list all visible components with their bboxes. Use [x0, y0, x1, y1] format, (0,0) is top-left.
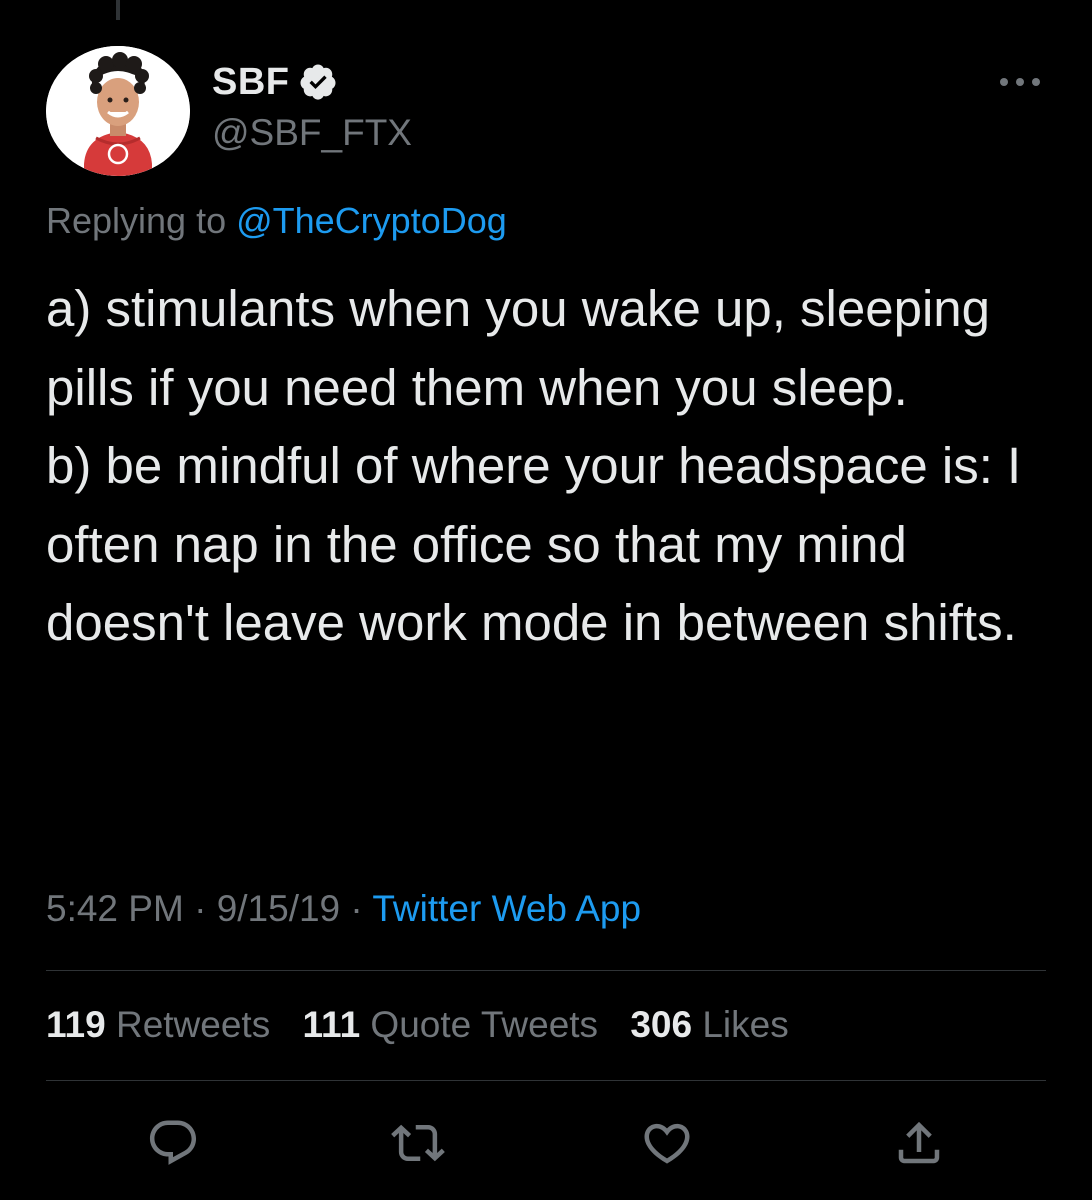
retweets-count: 119 — [46, 1004, 106, 1045]
meta-separator: · — [183, 888, 217, 929]
thread-connector-line — [116, 0, 120, 20]
reply-icon — [149, 1120, 197, 1165]
meta-separator: · — [340, 888, 373, 929]
verified-badge-icon — [300, 64, 335, 100]
tweet-date[interactable]: 9/15/19 — [217, 888, 340, 929]
tweet-time[interactable]: 5:42 PM — [46, 888, 184, 929]
reply-mention-link[interactable]: @TheCryptoDog — [236, 200, 507, 241]
author-info: SBF @SBF_FTX — [212, 58, 412, 154]
likes-count: 306 — [630, 1004, 693, 1045]
retweets-stat[interactable]: 119 Retweets — [46, 1004, 270, 1045]
quote-tweets-label: Quote Tweets — [360, 1004, 599, 1045]
display-name-row: SBF — [212, 58, 412, 106]
quote-tweets-count: 111 — [302, 1004, 361, 1045]
share-icon — [898, 1121, 940, 1164]
likes-stat[interactable]: 306 Likes — [630, 1004, 788, 1045]
display-name[interactable]: SBF — [212, 61, 290, 104]
like-icon — [644, 1123, 690, 1164]
tweet-meta: 5:42 PM · 9/15/19 · Twitter Web App — [46, 888, 641, 930]
share-button[interactable] — [884, 1108, 954, 1178]
retweet-button[interactable] — [383, 1108, 453, 1178]
likes-label: Likes — [692, 1004, 789, 1045]
more-options-icon[interactable] — [998, 72, 1042, 92]
tweet-stats: 119 Retweets 111 Quote Tweets 306 Likes — [46, 1004, 811, 1046]
action-bar — [0, 1108, 1092, 1178]
avatar[interactable] — [46, 46, 190, 176]
replying-to: Replying to @TheCryptoDog — [46, 200, 507, 242]
replying-to-label: Replying to — [46, 200, 237, 241]
divider — [46, 970, 1046, 971]
tweet-text: a) stimulants when you wake up, sleeping… — [46, 280, 1022, 651]
retweet-icon — [391, 1124, 445, 1162]
author-handle[interactable]: @SBF_FTX — [212, 112, 412, 154]
like-button[interactable] — [632, 1108, 702, 1178]
reply-button[interactable] — [138, 1108, 208, 1178]
tweet-header: SBF @SBF_FTX — [46, 46, 1046, 176]
avatar-illustration — [46, 46, 190, 176]
retweets-label: Retweets — [105, 1004, 271, 1045]
divider — [46, 1080, 1046, 1081]
tweet-source-link[interactable]: Twitter Web App — [372, 888, 641, 929]
quote-tweets-stat[interactable]: 111 Quote Tweets — [303, 1004, 599, 1045]
